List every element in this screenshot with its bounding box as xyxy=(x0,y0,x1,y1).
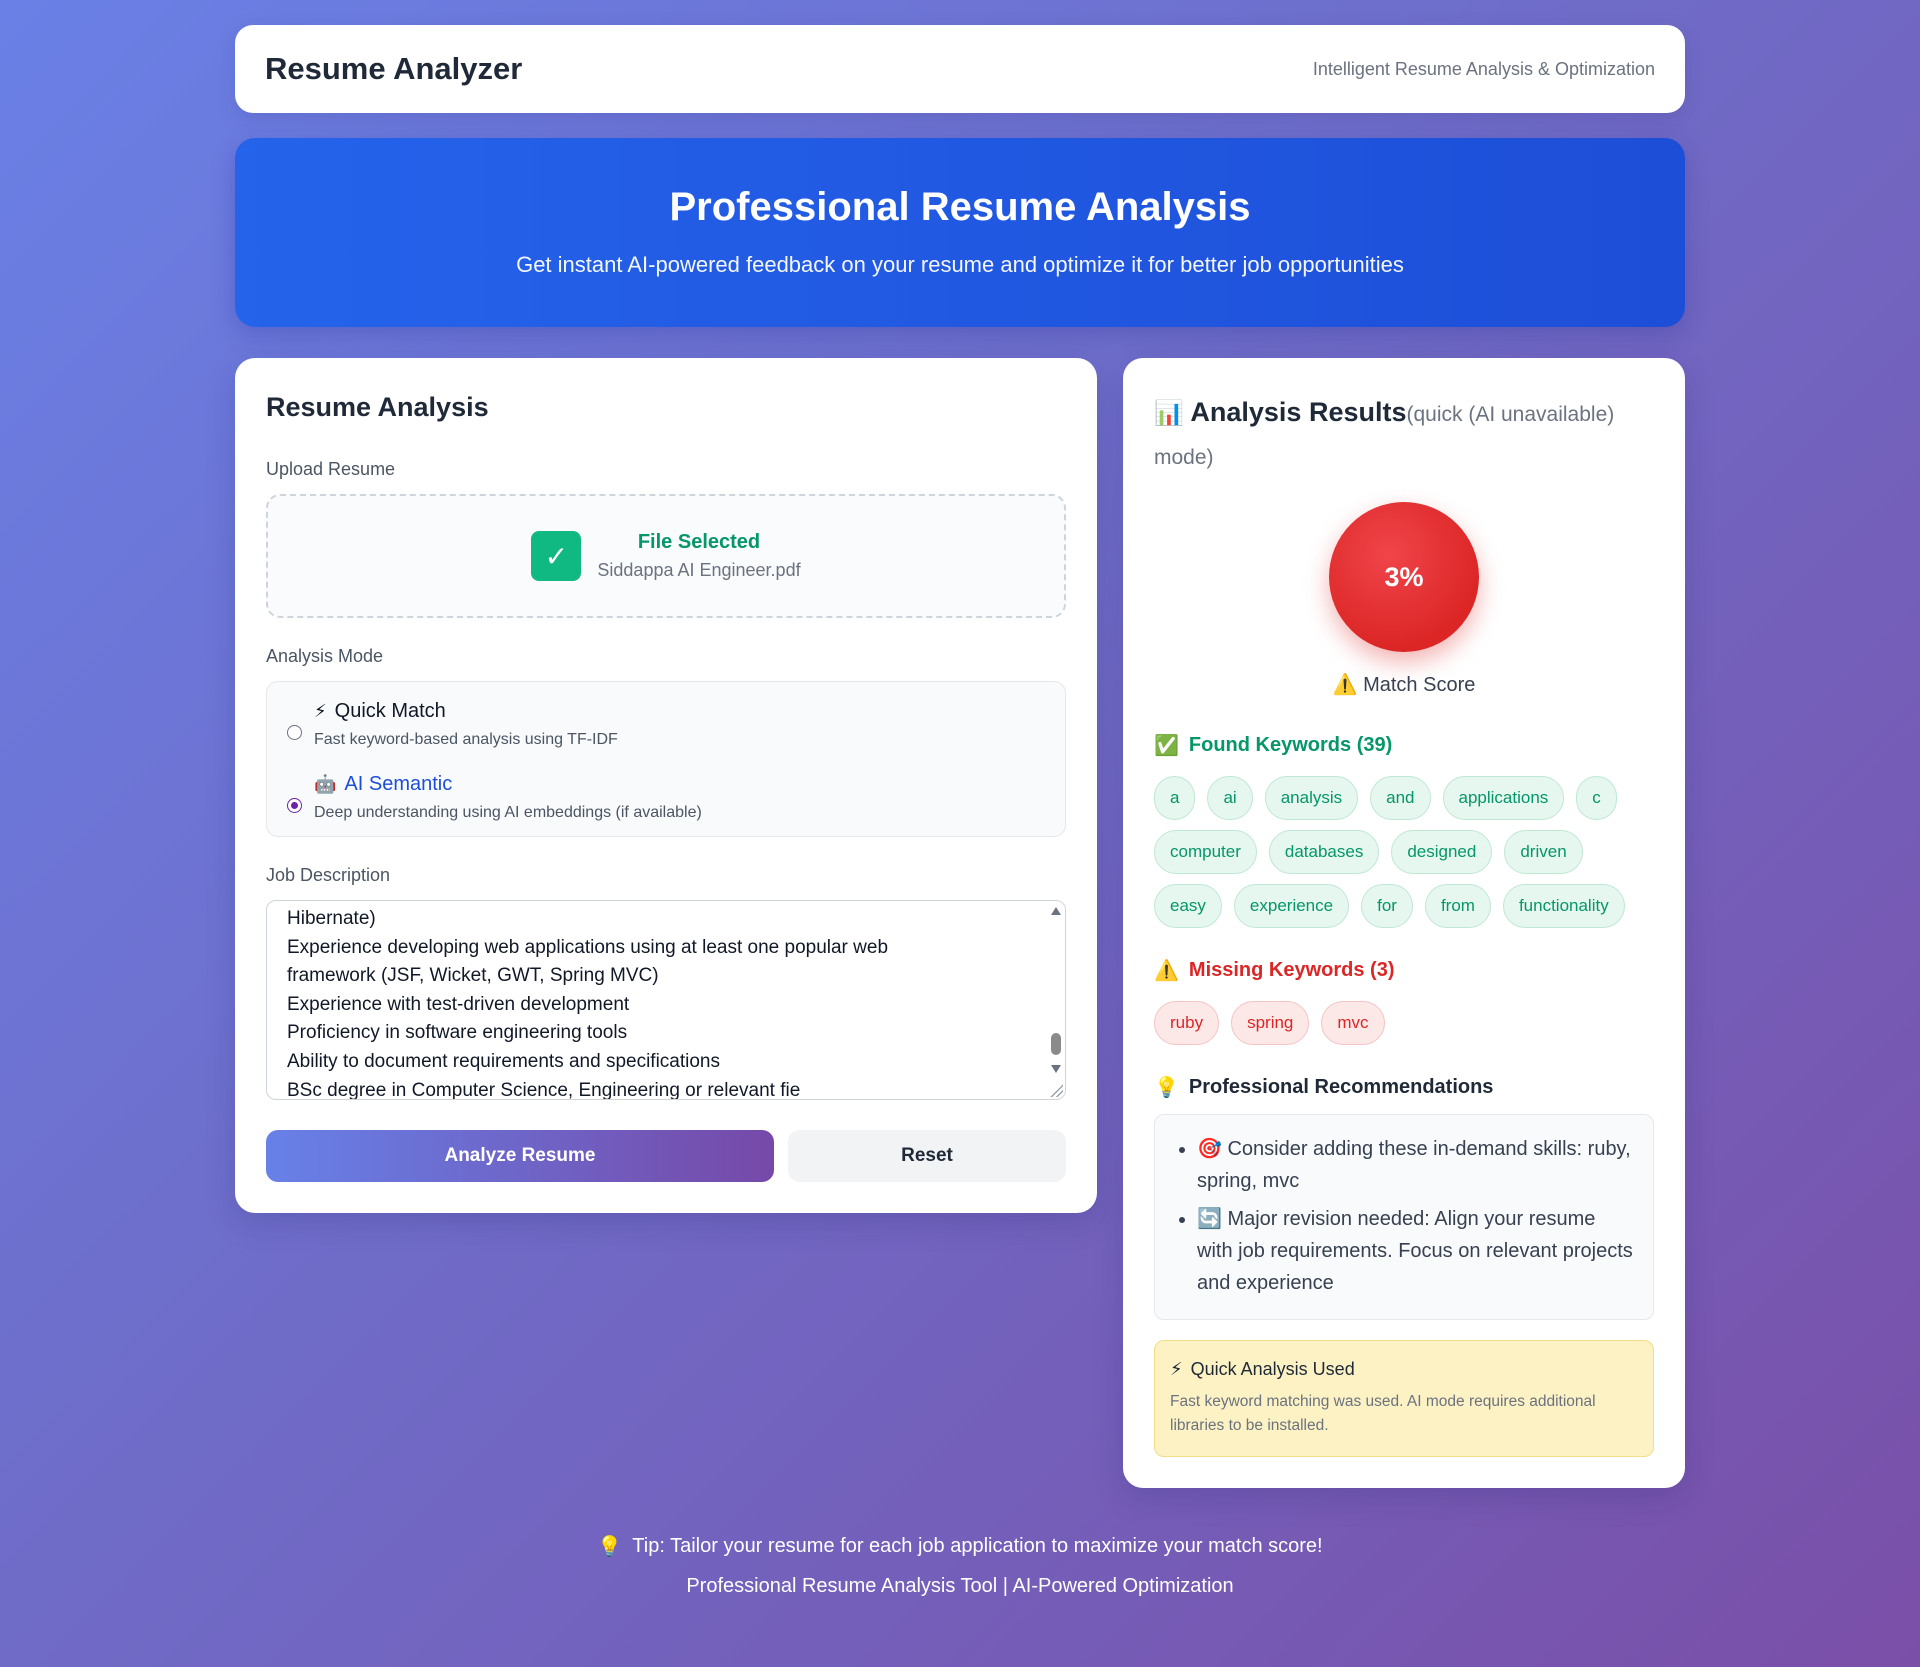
page-container: Resume Analyzer Intelligent Resume Analy… xyxy=(235,25,1685,1488)
match-score-circle: 3% xyxy=(1329,502,1479,652)
quick-analysis-notice: ⚡ Quick Analysis Used Fast keyword match… xyxy=(1154,1340,1654,1457)
app-title: Resume Analyzer xyxy=(265,51,523,86)
check-icon: ✓ xyxy=(531,531,582,581)
found-keyword-chip: analysis xyxy=(1264,776,1359,820)
lightbulb-icon: 💡 xyxy=(597,1536,623,1558)
results-card: 📊 Analysis Results(quick (AI unavailable… xyxy=(1123,358,1685,1488)
footer-tip: 💡 Tip: Tailor your resume for each job a… xyxy=(597,1535,1323,1558)
found-keyword-chip: a xyxy=(1154,776,1196,820)
match-score-label: ⚠️ Match Score xyxy=(1332,674,1476,696)
quick-match-radio[interactable] xyxy=(287,725,302,740)
mode-label: Analysis Mode xyxy=(266,646,384,666)
footer-credit: Professional Resume Analysis Tool | AI-P… xyxy=(686,1575,1234,1597)
found-keyword-chip: computer xyxy=(1154,830,1257,874)
found-keyword-chip: applications xyxy=(1442,776,1565,820)
found-keyword-chip: c xyxy=(1576,776,1617,820)
file-status: File Selected xyxy=(637,531,761,553)
found-keyword-chip: databases xyxy=(1268,830,1380,874)
scroll-up-icon[interactable] xyxy=(1051,907,1061,915)
resize-handle-icon[interactable] xyxy=(1049,1083,1063,1097)
match-score-section: 3% ⚠️ Match Score xyxy=(1154,502,1654,697)
warning-icon: ⚠️ xyxy=(1154,960,1179,982)
form-actions: Analyze Resume Reset xyxy=(266,1130,1066,1182)
job-description-line: Ability to document requirements and spe… xyxy=(287,1050,721,1072)
job-description-line: Proficiency in software engineering tool… xyxy=(287,1022,628,1044)
app-header: Resume Analyzer Intelligent Resume Analy… xyxy=(235,25,1685,113)
found-keywords-heading: ✅ Found Keywords (39) xyxy=(1154,734,1393,757)
found-keyword-chip: driven xyxy=(1504,830,1583,874)
notice-title: ⚡ Quick Analysis Used xyxy=(1170,1359,1355,1379)
found-keywords-list: a ai analysis and applications c computer datab… xyxy=(1154,776,1654,928)
ai-semantic-description: Deep understanding using AI embeddings (… xyxy=(314,804,702,821)
missing-keyword-chip: spring xyxy=(1231,1001,1310,1045)
found-keyword-chip: and xyxy=(1370,776,1431,820)
found-keyword-chip: for xyxy=(1361,884,1413,928)
notice-text: Fast keyword matching was used. AI mode … xyxy=(1170,1393,1596,1434)
job-description-line: framework (JSF, Wicket, GWT, Spring MVC) xyxy=(287,965,659,987)
found-keyword-chip: experience xyxy=(1233,884,1350,928)
missing-keyword-chip: ruby xyxy=(1154,1001,1220,1045)
missing-keywords-heading: ⚠️ Missing Keywords (3) xyxy=(1154,959,1395,982)
found-keyword-chip: designed xyxy=(1391,830,1493,874)
analysis-mode-group: ⚡ Quick Match Fast keyword-based analysi… xyxy=(266,681,1066,837)
quick-match-description: Fast keyword-based analysis using TF-IDF xyxy=(314,731,618,748)
file-name: Siddappa AI Engineer.pdf xyxy=(597,560,801,580)
lightning-icon: ⚡ xyxy=(314,701,327,721)
file-dropzone[interactable]: ✓ File Selected Siddappa AI Engineer.pdf xyxy=(266,494,1066,618)
found-keyword-chip: functionality xyxy=(1502,884,1625,928)
missing-keywords-list: ruby spring mvc xyxy=(1154,1001,1654,1045)
app-subtitle: Intelligent Resume Analysis & Optimizati… xyxy=(1312,58,1655,79)
scroll-down-icon[interactable] xyxy=(1051,1065,1061,1073)
recommendation-item: 🎯 Consider adding these in-demand skills… xyxy=(1197,1133,1633,1197)
textarea-scrollbar[interactable] xyxy=(1047,901,1065,1099)
mode-option-quick[interactable]: ⚡ Quick Match Fast keyword-based analysi… xyxy=(287,700,1045,749)
ai-semantic-title: 🤖 AI Semantic xyxy=(314,773,453,795)
hero-banner: Professional Resume Analysis Get instant… xyxy=(235,138,1685,327)
job-description-text: Hibernate) Experience developing web appl… xyxy=(267,901,1065,1100)
lightning-icon: ⚡ xyxy=(1170,1359,1183,1379)
scroll-thumb[interactable] xyxy=(1051,1033,1061,1055)
job-description-line: Experience with test-driven development xyxy=(287,993,630,1015)
found-keyword-chip: from xyxy=(1424,884,1491,928)
hero-title: Professional Resume Analysis xyxy=(669,185,1251,229)
form-title: Resume Analysis xyxy=(266,392,489,422)
recommendations-heading: 💡 Professional Recommendations xyxy=(1154,1076,1494,1099)
warning-icon: ⚠️ xyxy=(1332,674,1358,696)
job-description-textarea[interactable]: Hibernate) Experience developing web appl… xyxy=(266,900,1066,1100)
recommendations-box: 🎯 Consider adding these in-demand skills… xyxy=(1154,1114,1654,1320)
ai-semantic-radio[interactable] xyxy=(287,798,302,813)
reset-button[interactable]: Reset xyxy=(788,1130,1066,1182)
job-description-line: Hibernate) xyxy=(287,908,376,929)
job-description-label: Job Description xyxy=(266,865,391,885)
job-description-line: Experience developing web applications u… xyxy=(287,936,889,958)
found-keyword-chip: ai xyxy=(1207,776,1253,820)
upload-label: Upload Resume xyxy=(266,459,396,479)
hero-subtitle: Get instant AI-powered feedback on your … xyxy=(516,252,1404,277)
main-columns: Resume Analysis Upload Resume ✓ File Sel… xyxy=(235,358,1685,1488)
file-info: File Selected Siddappa AI Engineer.pdf xyxy=(597,531,800,581)
results-title: 📊 Analysis Results(quick (AI unavailable… xyxy=(1154,397,1615,469)
job-description-line: BSc degree in Computer Science, Engineer… xyxy=(287,1079,801,1100)
checkmark-icon: ✅ xyxy=(1154,735,1179,757)
found-keyword-chip: easy xyxy=(1154,884,1222,928)
analyze-resume-button[interactable]: Analyze Resume xyxy=(266,1130,774,1182)
quick-match-title: ⚡ Quick Match xyxy=(314,700,446,722)
missing-keyword-chip: mvc xyxy=(1321,1001,1385,1045)
mode-option-ai[interactable]: 🤖 AI Semantic Deep understanding using A… xyxy=(287,773,1045,822)
recommendation-item: 🔄 Major revision needed: Align your resu… xyxy=(1197,1203,1633,1299)
analysis-form-card: Resume Analysis Upload Resume ✓ File Sel… xyxy=(235,358,1097,1213)
lightbulb-icon: 💡 xyxy=(1154,1077,1179,1099)
robot-icon: 🤖 xyxy=(314,774,337,794)
bar-chart-icon: 📊 xyxy=(1154,400,1184,427)
page-footer: 💡 Tip: Tailor your resume for each job a… xyxy=(0,1534,1920,1598)
